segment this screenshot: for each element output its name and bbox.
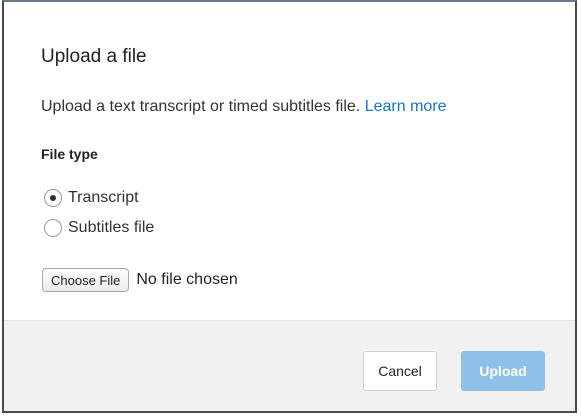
- radio-option-subtitles[interactable]: Subtitles file: [44, 219, 154, 237]
- cancel-button[interactable]: Cancel: [363, 351, 437, 391]
- file-type-label: File type: [41, 146, 98, 162]
- dialog-body: Upload a file Upload a text transcript o…: [4, 2, 575, 320]
- dialog-footer: Cancel Upload: [4, 320, 575, 411]
- choose-file-button[interactable]: Choose File: [42, 268, 130, 292]
- description-text: Upload a text transcript or timed subtit…: [41, 98, 361, 115]
- file-input-row: Choose File No file chosen: [42, 268, 238, 292]
- dialog-title: Upload a file: [41, 46, 147, 67]
- subtitles-radio[interactable]: [44, 219, 62, 237]
- upload-button[interactable]: Upload: [461, 351, 545, 391]
- subtitles-radio-label[interactable]: Subtitles file: [68, 219, 154, 237]
- learn-more-link[interactable]: Learn more: [365, 98, 447, 115]
- transcript-radio[interactable]: [44, 189, 62, 207]
- file-status-text: No file chosen: [136, 271, 238, 288]
- dialog-description: Upload a text transcript or timed subtit…: [41, 98, 447, 116]
- upload-file-dialog: Upload a file Upload a text transcript o…: [2, 0, 577, 413]
- radio-option-transcript[interactable]: Transcript: [44, 189, 139, 207]
- transcript-radio-label[interactable]: Transcript: [68, 189, 139, 207]
